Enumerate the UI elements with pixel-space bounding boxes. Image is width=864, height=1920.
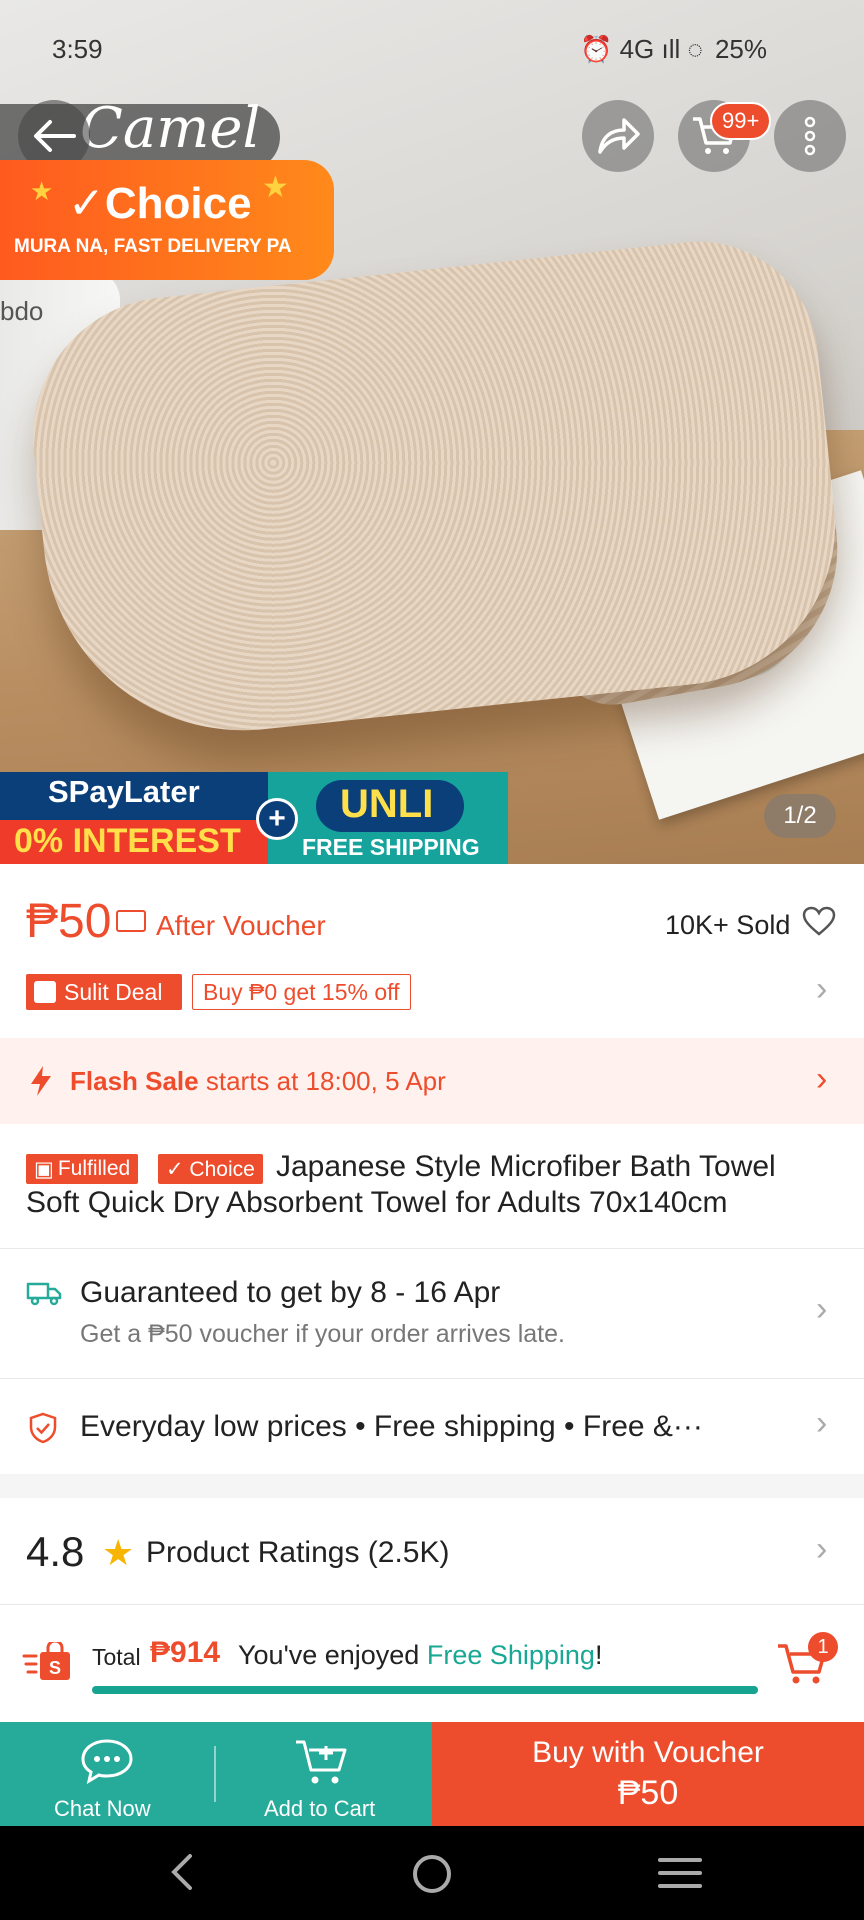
add-to-cart-label: Add to Cart [264,1796,376,1821]
unli-subtitle: FREE SHIPPING [302,834,480,860]
sparkle-icon: ★ [262,171,289,204]
truck-icon [26,1282,62,1306]
spaylater-title: SPayLater [48,774,200,809]
total-label: Total [92,1644,141,1670]
chevron-right-icon[interactable]: › [816,1290,827,1329]
spaylater-interest: 0% INTEREST [14,822,241,860]
total-value: ₱914 [150,1636,221,1669]
star-icon: ★ [102,1532,135,1573]
choice-badge: ✓ Choice [158,1154,263,1184]
shopping-bag-icon: S [22,1642,70,1680]
image-towel [19,229,851,751]
buy-button-label: Buy with Voucher [532,1735,764,1769]
deal-icon [34,981,56,1003]
free-shipping-message: You've enjoyed Free Shipping! [238,1640,602,1671]
vase-label: bdo [0,296,44,326]
chevron-right-icon[interactable]: › [816,1060,827,1099]
shop-bag-icon: ▣ [34,1157,54,1181]
chevron-right-icon[interactable]: › [816,1530,827,1569]
cart-count-badge: 1 [808,1632,838,1662]
battery-level: 25% [714,34,768,64]
share-button[interactable] [582,100,654,172]
add-cart-icon [296,1740,347,1784]
buy-with-voucher-button[interactable]: Buy with Voucher ₱50 [432,1722,864,1826]
divider [0,1248,864,1249]
delivery-voucher-note: Get a ₱50 voucher if your order arrives … [80,1320,565,1348]
chat-icon [81,1739,133,1784]
buy-button-price: ₱50 [617,1773,679,1812]
share-icon [598,118,640,154]
sulit-deal-label: Sulit Deal [64,978,163,1005]
progress-fill [92,1686,758,1694]
chat-now-label: Chat Now [54,1796,151,1821]
lightning-icon [31,1066,51,1096]
free-shipping-text: Free Shipping [426,1640,595,1670]
plus-icon: + [256,798,298,840]
delivery-guarantee[interactable]: Guaranteed to get by 8 - 16 Apr [80,1276,500,1310]
unli-title: UNLI [340,782,434,826]
sold-count: 10K+ Sold [665,910,791,940]
more-vertical-icon [804,116,816,156]
enjoyed-suffix: ! [594,1640,603,1670]
enjoyed-prefix: You've enjoyed [238,1640,420,1670]
back-arrow-icon [34,120,76,152]
sparkle-icon: ★ [30,176,54,206]
status-time: 3:59 [52,34,103,64]
benefits-row[interactable]: Everyday low prices • Free shipping • Fr… [80,1410,810,1444]
divider [0,1378,864,1379]
chevron-right-icon[interactable]: › [816,970,827,1009]
wishlist-button[interactable] [802,906,836,941]
after-voucher-label: After Voucher [156,910,326,941]
svg-text:S: S [49,1658,61,1678]
fulfilled-label: Fulfilled [57,1157,131,1180]
cart-badge: 99+ [710,102,772,140]
sulit-deal-badge[interactable]: Sulit Deal [26,974,182,1010]
section-divider [0,1474,864,1498]
product-ratings-link[interactable]: Product Ratings (2.5K) [146,1536,449,1570]
shield-check-icon [29,1412,57,1444]
divider [0,1604,864,1605]
free-shipping-progress [92,1686,758,1694]
deal-tag[interactable]: Buy ₱0 get 15% off [192,974,411,1010]
product-title-line2: Soft Quick Dry Absorbent Towel for Adult… [26,1186,728,1219]
rating-score: 4.8 [26,1528,85,1575]
flash-sale-label: Flash Sale [70,1066,199,1096]
flash-sale-time: starts at 18:00, 5 Apr [205,1066,446,1096]
status-icons: ⏰ 4G ıll ◌ 25% [580,34,767,65]
choice-banner-subtitle: MURA NA, FAST DELIVERY PA [14,236,292,257]
voucher-icon [116,910,146,932]
status-indicators: ⏰ 4G ıll ◌ [580,34,703,64]
heart-icon [802,906,836,936]
price-value: ₱50 [26,895,112,948]
flash-sale-text: Flash Sale starts at 18:00, 5 Apr [70,1066,446,1097]
fulfilled-badge: ▣ Fulfilled [26,1154,139,1184]
chevron-right-icon[interactable]: › [816,1404,827,1443]
more-options-button[interactable] [774,100,846,172]
brand-watermark: Camel [80,96,261,161]
nav-menu-icon[interactable] [658,1856,702,1890]
product-title-line1: Japanese Style Microfiber Bath Towel [276,1150,776,1183]
choice-banner-title: ✓Choice [68,179,252,228]
image-page-indicator: 1/2 [764,794,836,838]
nav-home-icon[interactable] [410,1852,454,1896]
nav-back-icon[interactable] [166,1852,196,1892]
